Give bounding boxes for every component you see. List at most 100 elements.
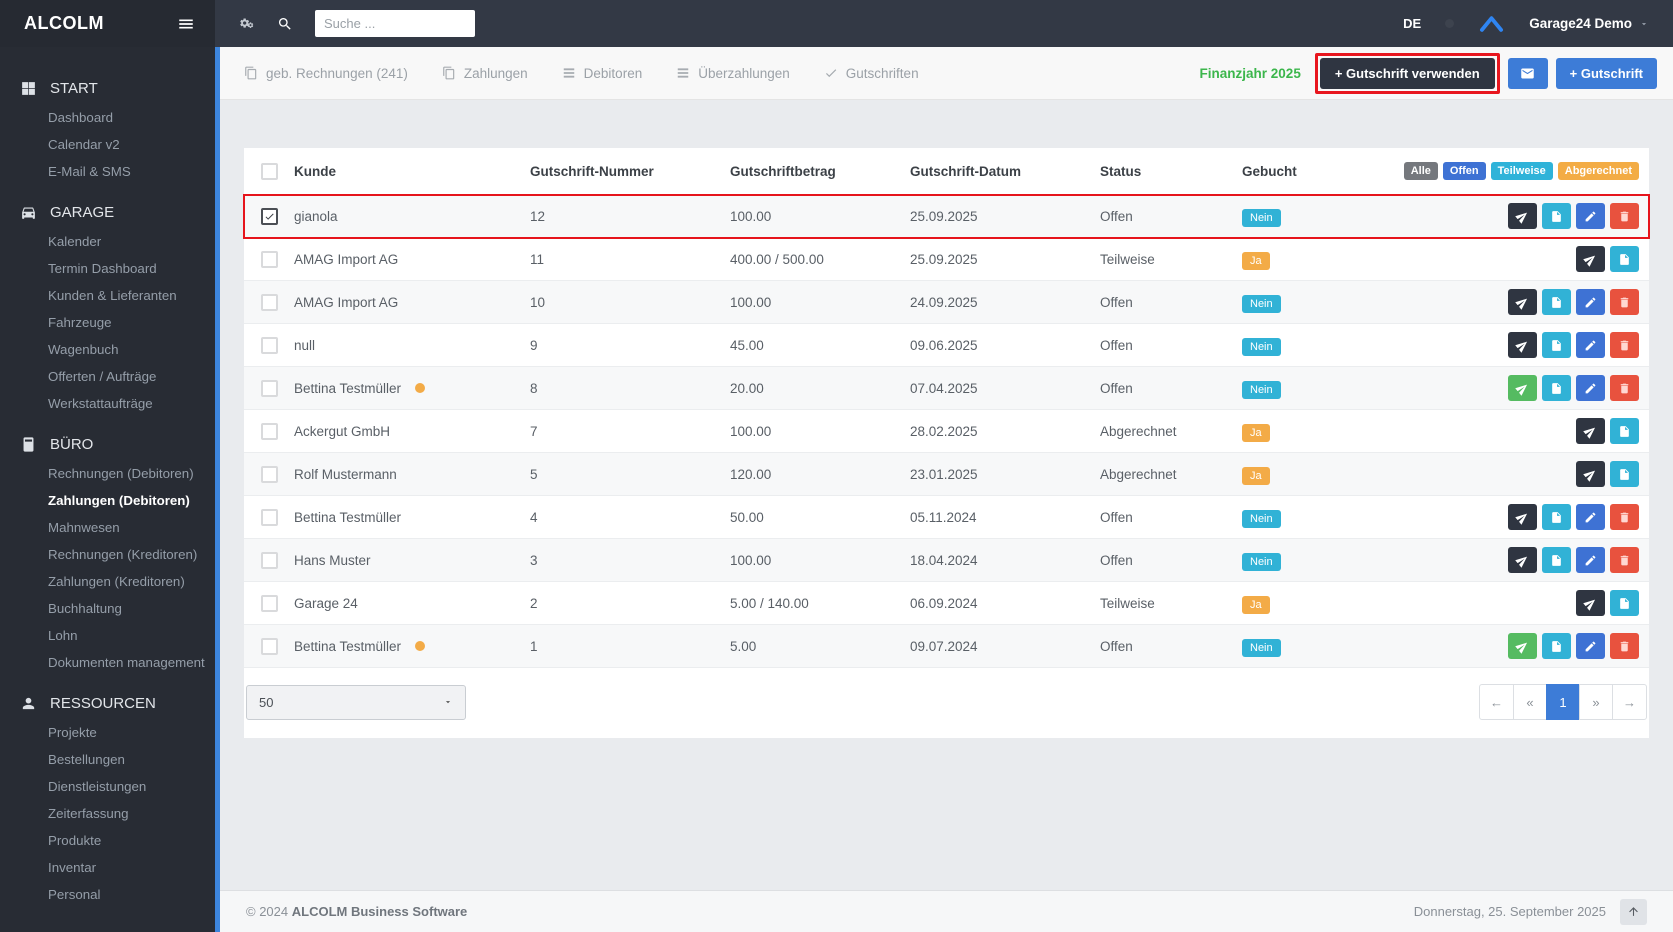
sidebar-section-header[interactable]: START [0,73,215,104]
sidebar-item-zahlungen-debitoren[interactable]: Zahlungen (Debitoren) [0,487,215,514]
row-checkbox[interactable] [261,208,278,225]
sidebar-item-kunden-lieferanten[interactable]: Kunden & Lieferanten [0,282,215,309]
send-button[interactable] [1508,504,1537,530]
search-icon[interactable] [277,16,293,32]
sidebar-item-produkte[interactable]: Produkte [0,827,215,854]
account-menu[interactable]: Garage24 Demo [1529,16,1649,31]
mail-button[interactable] [1508,58,1548,89]
add-credit-button[interactable]: + Gutschrift [1556,58,1657,89]
sidebar-item-calendar-v2[interactable]: Calendar v2 [0,131,215,158]
pdf-button[interactable] [1610,418,1639,444]
row-checkbox[interactable] [261,466,278,483]
notification-dot-icon[interactable] [1445,19,1454,28]
pdf-button[interactable] [1610,461,1639,487]
brand-chevron-icon[interactable] [1478,15,1505,32]
delete-button[interactable] [1610,203,1639,229]
col-header-datum[interactable]: Gutschrift-Datum [910,164,1100,179]
next-page-button[interactable]: » [1579,684,1613,720]
edit-button[interactable] [1576,504,1605,530]
sidebar-item-bestellungen[interactable]: Bestellungen [0,746,215,773]
sidebar-item-wagenbuch[interactable]: Wagenbuch [0,336,215,363]
col-header-gebucht[interactable]: Gebucht [1242,164,1382,179]
sidebar-item-mahnwesen[interactable]: Mahnwesen [0,514,215,541]
search-input[interactable] [315,10,475,37]
sidebar-item-e-mail-sms[interactable]: E-Mail & SMS [0,158,215,185]
col-header-betrag[interactable]: Gutschriftbetrag [730,164,910,179]
send-button[interactable] [1508,547,1537,573]
first-page-button[interactable]: ← [1479,684,1514,720]
delete-button[interactable] [1610,289,1639,315]
sidebar-item-dienstleistungen[interactable]: Dienstleistungen [0,773,215,800]
row-checkbox[interactable] [261,552,278,569]
delete-button[interactable] [1610,332,1639,358]
tab-geb-rechnungen-241[interactable]: geb. Rechnungen (241) [244,66,408,81]
language-selector[interactable]: DE [1403,16,1421,31]
pdf-button[interactable] [1610,590,1639,616]
send-button[interactable] [1576,590,1605,616]
row-checkbox[interactable] [261,294,278,311]
hamburger-icon[interactable] [177,15,195,33]
sidebar-item-dashboard[interactable]: Dashboard [0,104,215,131]
scroll-top-button[interactable] [1620,899,1647,925]
delete-button[interactable] [1610,547,1639,573]
edit-button[interactable] [1576,547,1605,573]
pdf-button[interactable] [1610,246,1639,272]
edit-button[interactable] [1576,332,1605,358]
pdf-button[interactable] [1542,375,1571,401]
pdf-button[interactable] [1542,547,1571,573]
sidebar-item-inventar[interactable]: Inventar [0,854,215,881]
col-header-status[interactable]: Status [1100,164,1242,179]
edit-button[interactable] [1576,375,1605,401]
filter-teilweise[interactable]: Teilweise [1491,162,1553,180]
sidebar-item-rechnungen-kreditoren[interactable]: Rechnungen (Kreditoren) [0,541,215,568]
page-1-button[interactable]: 1 [1546,684,1580,720]
pdf-button[interactable] [1542,203,1571,229]
send-button[interactable] [1508,203,1537,229]
row-checkbox[interactable] [261,595,278,612]
use-credit-button[interactable]: + Gutschrift verwenden [1320,58,1495,89]
filter-abgerechnet[interactable]: Abgerechnet [1558,162,1639,180]
sidebar-item-dokumenten-management[interactable]: Dokumenten management [0,649,215,676]
send-button[interactable] [1508,332,1537,358]
delete-button[interactable] [1610,504,1639,530]
filter-alle[interactable]: Alle [1404,162,1438,180]
row-checkbox[interactable] [261,251,278,268]
prev-page-button[interactable]: « [1513,684,1547,720]
col-header-nummer[interactable]: Gutschrift-Nummer [530,164,730,179]
sidebar-section-header[interactable]: GARAGE [0,197,215,228]
sidebar-item-zahlungen-kreditoren[interactable]: Zahlungen (Kreditoren) [0,568,215,595]
sidebar-item-buchhaltung[interactable]: Buchhaltung [0,595,215,622]
tab-gutschriften[interactable]: Gutschriften [824,66,919,81]
sidebar-item-lohn[interactable]: Lohn [0,622,215,649]
row-checkbox[interactable] [261,638,278,655]
pdf-button[interactable] [1542,633,1571,659]
col-header-kunde[interactable]: Kunde [294,164,530,179]
send-button[interactable] [1508,289,1537,315]
tab-überzahlungen[interactable]: Überzahlungen [676,66,790,81]
sidebar-item-personal[interactable]: Personal [0,881,215,908]
send-button[interactable] [1576,246,1605,272]
sidebar-item-kalender[interactable]: Kalender [0,228,215,255]
sidebar-item-projekte[interactable]: Projekte [0,719,215,746]
sidebar-section-header[interactable]: RESSOURCEN [0,688,215,719]
row-checkbox[interactable] [261,337,278,354]
edit-button[interactable] [1576,633,1605,659]
sidebar-item-zeiterfassung[interactable]: Zeiterfassung [0,800,215,827]
sidebar-item-fahrzeuge[interactable]: Fahrzeuge [0,309,215,336]
pdf-button[interactable] [1542,289,1571,315]
row-checkbox[interactable] [261,380,278,397]
send-button[interactable] [1576,418,1605,444]
sidebar-item-offerten-aufträge[interactable]: Offerten / Aufträge [0,363,215,390]
tab-debitoren[interactable]: Debitoren [562,66,643,81]
tab-zahlungen[interactable]: Zahlungen [442,66,528,81]
pdf-button[interactable] [1542,332,1571,358]
edit-button[interactable] [1576,203,1605,229]
last-page-button[interactable]: → [1612,684,1647,720]
sidebar-section-header[interactable]: BÜRO [0,429,215,460]
sidebar-item-werkstattaufträge[interactable]: Werkstattaufträge [0,390,215,417]
row-checkbox[interactable] [261,423,278,440]
send-button[interactable] [1508,375,1537,401]
sidebar-item-termin-dashboard[interactable]: Termin Dashboard [0,255,215,282]
sidebar-item-rechnungen-debitoren[interactable]: Rechnungen (Debitoren) [0,460,215,487]
delete-button[interactable] [1610,375,1639,401]
